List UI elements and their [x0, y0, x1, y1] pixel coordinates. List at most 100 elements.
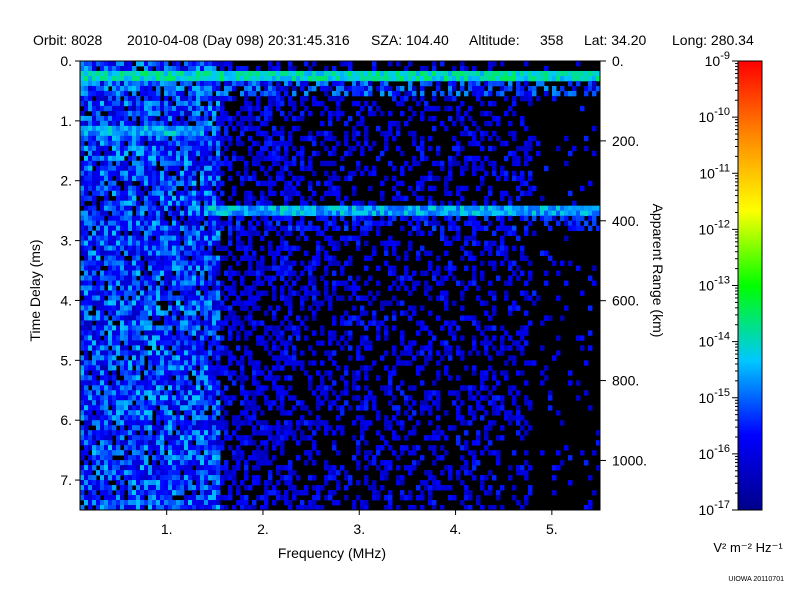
heatmap-cell: [128, 305, 133, 311]
heatmap-cell: [152, 210, 157, 217]
heatmap-cell: [424, 290, 429, 296]
heatmap-cell: [432, 200, 437, 207]
heatmap-cell: [372, 220, 377, 227]
heatmap-cell: [132, 390, 137, 396]
heatmap-cell: [172, 355, 177, 361]
heatmap-cell: [212, 170, 217, 177]
heatmap-cell: [524, 210, 529, 217]
heatmap-cell: [248, 210, 253, 217]
heatmap-cell: [104, 230, 109, 237]
heatmap-cell: [136, 210, 141, 217]
heatmap-cell: [92, 125, 97, 132]
heatmap-cell: [136, 305, 141, 311]
heatmap-cell: [184, 345, 189, 351]
heatmap-cell: [456, 200, 461, 207]
heatmap-cell: [228, 210, 233, 217]
heatmap-cell: [164, 370, 169, 376]
heatmap-cell: [480, 300, 485, 306]
heatmap-cell: [348, 345, 353, 351]
heatmap-cell: [196, 190, 201, 197]
heatmap-cell: [288, 110, 293, 117]
heatmap-cell: [404, 250, 409, 256]
heatmap-cell: [144, 335, 149, 341]
heatmap-cell: [164, 325, 169, 331]
heatmap-cell: [244, 160, 249, 167]
heatmap-cell: [220, 390, 225, 396]
heatmap-cell: [568, 80, 573, 87]
heatmap-cell: [380, 130, 385, 137]
heatmap-cell: [184, 355, 189, 361]
heatmap-cell: [80, 370, 85, 376]
heatmap-cell: [472, 140, 477, 147]
heatmap-cell: [180, 75, 185, 82]
heatmap-cell: [352, 185, 357, 192]
heatmap-cell: [352, 395, 357, 401]
heatmap-cell: [552, 210, 557, 217]
heatmap-cell: [360, 150, 365, 157]
heatmap-cell: [192, 135, 197, 142]
heatmap-cell: [492, 260, 497, 266]
heatmap-cell: [108, 230, 113, 237]
heatmap-cell: [540, 345, 545, 351]
heatmap-cell: [228, 275, 233, 281]
heatmap-cell: [172, 115, 177, 122]
heatmap-cell: [112, 295, 117, 301]
heatmap-cell: [512, 230, 517, 237]
heatmap-cell: [368, 300, 373, 306]
heatmap-cell: [192, 225, 197, 232]
heatmap-cell: [196, 115, 201, 122]
heatmap-cell: [228, 160, 233, 167]
heatmap-cell: [208, 95, 213, 102]
heatmap-cell: [356, 200, 361, 207]
heatmap-cell: [280, 270, 285, 276]
heatmap-cell: [208, 385, 213, 391]
heatmap-cell: [304, 250, 309, 256]
heatmap-cell: [120, 145, 125, 152]
heatmap-cell: [464, 185, 469, 192]
heatmap-cell: [416, 225, 421, 232]
heatmap-cell: [436, 270, 441, 276]
heatmap-cell: [288, 80, 293, 87]
heatmap-cell: [352, 375, 357, 381]
heatmap-cell: [488, 70, 493, 77]
heatmap-cell: [340, 425, 345, 431]
heatmap-cell: [96, 165, 101, 172]
heatmap-cell: [236, 245, 241, 251]
heatmap-cell: [120, 210, 125, 217]
heatmap-cell: [340, 155, 345, 162]
heatmap-cell: [152, 310, 157, 316]
heatmap-cell: [508, 75, 513, 82]
heatmap-cell: [164, 190, 169, 197]
heatmap-cell: [104, 160, 109, 167]
heatmap-cell: [384, 325, 389, 331]
heatmap-cell: [424, 210, 429, 217]
heatmap-cell: [284, 150, 289, 157]
heatmap-cell: [208, 400, 213, 406]
heatmap-cell: [128, 420, 133, 426]
heatmap-cell: [92, 110, 97, 117]
heatmap-cell: [104, 240, 109, 246]
heatmap-cell: [120, 170, 125, 177]
heatmap-cell: [336, 95, 341, 102]
heatmap-cell: [204, 350, 209, 356]
heatmap-cell: [172, 150, 177, 157]
heatmap-cell: [156, 225, 161, 232]
heatmap-cell: [348, 170, 353, 177]
heatmap-cell: [108, 135, 113, 142]
heatmap-cell: [480, 370, 485, 376]
heatmap-cell: [484, 425, 489, 431]
heatmap-cell: [184, 285, 189, 291]
heatmap-cell: [164, 80, 169, 87]
heatmap-cell: [216, 325, 221, 331]
heatmap-cell: [192, 305, 197, 311]
heatmap-cell: [472, 255, 477, 261]
heatmap-cell: [524, 70, 529, 77]
heatmap-cell: [192, 350, 197, 356]
heatmap-cell: [128, 125, 133, 132]
heatmap-cell: [112, 425, 117, 431]
heatmap-cell: [156, 285, 161, 291]
heatmap-cell: [152, 205, 157, 212]
heatmap-cell: [412, 155, 417, 162]
heatmap-cell: [384, 85, 389, 92]
heatmap-cell: [132, 230, 137, 237]
